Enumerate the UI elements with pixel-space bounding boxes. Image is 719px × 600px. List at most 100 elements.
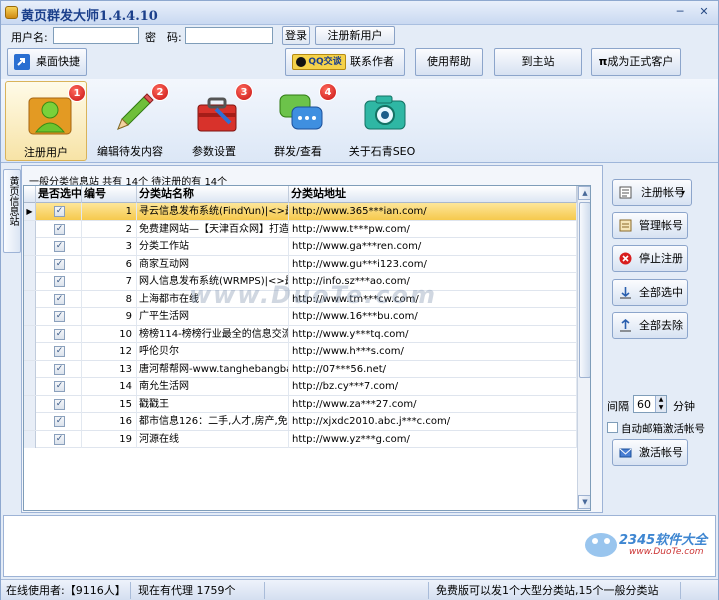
scroll-up-icon[interactable]: ▲ [578,186,590,200]
row-checkbox[interactable]: ✓ [54,293,65,305]
side-tab-yellowpages[interactable]: 黄页信息站 [3,169,21,253]
table-row[interactable]: ✓ 14 南允生活网 http://bz.cy***7.com/ [24,378,577,396]
row-site-url: http://xjxdc2010.abc.j***c.com/ [289,413,577,430]
close-button[interactable]: ✕ [695,4,713,20]
toolbar: 桌面快捷 QQ交谈 联系作者 使用帮助 到主站 π成为正式客户 [1,47,718,79]
nav-label: 关于石青SEO [348,145,416,158]
row-site-url: http://bz.cy***7.com/ [289,378,577,395]
password-input[interactable] [185,27,273,44]
table-row[interactable]: ✓ 13 唐河帮帮网-www.tanghebangbang http://07***5… [24,360,577,378]
row-checkbox[interactable]: ✓ [54,433,65,445]
row-checkbox[interactable]: ✓ [54,328,65,340]
register-new-user-button[interactable]: 注册新用户 [315,26,395,45]
nav-settings[interactable]: 3 参数设置 [173,81,255,161]
row-select-cell: ✓ [36,325,82,343]
row-indicator [24,378,36,395]
column-header-selected[interactable]: 是否选中 [36,186,82,203]
manage-account-button[interactable]: 管理帐号 [612,212,688,239]
select-all-label: 全部选中 [639,286,683,299]
row-site-name: 河源在线 [137,430,289,448]
interval-value[interactable]: 60 [637,398,651,411]
row-checkbox[interactable]: ✓ [54,258,65,270]
select-all-button[interactable]: 全部选中 [612,279,688,306]
stop-register-label: 停止注册 [639,252,683,265]
nav-label: 注册用户 [24,146,68,159]
row-site-url: http://www.za***27.com/ [289,395,577,413]
scroll-down-icon[interactable]: ▼ [578,495,590,509]
table-row[interactable]: ✓ 19 河源在线 http://www.yz***g.com/ [24,430,577,448]
row-checkbox[interactable]: ✓ [54,346,65,357]
stepper-up-icon[interactable]: ▲ [655,396,666,404]
minimize-button[interactable]: ─ [671,4,689,20]
table-row[interactable]: ✓ 12 呼伦贝尔 http://www.h***s.com/ [24,343,577,361]
nav-label: 编辑待发内容 [97,145,163,158]
column-header-site-name[interactable]: 分类站名称 [137,186,289,203]
status-version-note: 免费版可以发1个大型分类站,15个一般分类站 [433,582,681,599]
desktop-shortcut-button[interactable]: 桌面快捷 [7,48,87,76]
nav-send-view[interactable]: 4 群发/查看 [257,81,339,161]
column-header-number[interactable]: 编号 [82,186,137,203]
row-checkbox[interactable]: ✓ [54,276,65,287]
table-row[interactable]: ✓ 10 榜榜114-榜榜行业最全的信息交流 http://www.y***tq.co… [24,325,577,343]
stepper-down-icon[interactable]: ▼ [655,404,666,412]
table-row[interactable]: ✓ 3 分类工作站 http://www.ga***ren.com/ [24,238,577,256]
interval-stepper[interactable]: 60 ▲ ▼ [633,395,667,413]
status-proxy-count: 现在有代理 1759个 [135,582,265,599]
vertical-scrollbar[interactable]: ▲ ▼ [577,186,590,510]
auto-activate-checkbox[interactable] [607,422,618,433]
table-row[interactable]: ✓ 16 都市信息126：二手,人才,房产,免费 http://xjxdc2010.a… [24,413,577,431]
become-customer-button[interactable]: π成为正式客户 [591,48,681,76]
row-site-url: http://www.yz***g.com/ [289,430,577,448]
row-site-name: 呼伦贝尔 [137,343,289,360]
row-checkbox[interactable]: ✓ [54,363,65,375]
main-site-button[interactable]: 到主站 [494,48,582,76]
nav-edit-content[interactable]: 2 编辑待发内容 [89,81,171,161]
row-number: 10 [82,325,137,343]
row-checkbox[interactable]: ✓ [54,398,65,410]
login-button[interactable]: 登录 [282,26,310,45]
deselect-all-button[interactable]: 全部去除 [612,312,688,339]
row-checkbox[interactable]: ✓ [54,206,65,217]
help-button[interactable]: 使用帮助 [415,48,483,76]
pencil-icon [117,93,154,130]
activate-account-button[interactable]: 激活帐号 [612,439,688,466]
row-site-url: http://www.gu***i123.com/ [289,255,577,273]
row-indicator [24,430,36,448]
contact-author-button[interactable]: QQ交谈 联系作者 [285,48,405,76]
row-indicator: ▶ [24,203,36,220]
row-site-name: 商家互动网 [137,255,289,273]
table-row[interactable]: ✓ 2 免费建网站—【天津百众网】打造 http://www.t***pw.com/ [24,220,577,238]
user-icon [28,97,72,135]
username-input[interactable] [53,27,139,44]
row-checkbox[interactable]: ✓ [54,381,65,392]
row-checkbox[interactable]: ✓ [54,311,65,322]
row-site-name: 唐河帮帮网-www.tanghebangbang [137,360,289,378]
register-account-button[interactable]: 注册帐号 ▾ [612,179,692,206]
auto-activate-checkbox-row[interactable]: 自动邮箱激活帐号 [607,420,715,436]
row-select-cell: ✓ [36,430,82,448]
camera-icon [364,95,406,130]
row-indicator [24,360,36,378]
row-site-name: 免费建网站—【天津百众网】打造 [137,220,289,238]
nav-bar: 1 注册用户 2 编辑待发内容 3 参数设置 4 群发/查看 关于石青SEO [1,79,718,163]
nav-label: 参数设置 [192,145,236,158]
row-number: 15 [82,395,137,413]
table-row[interactable]: ▶ ✓ 1 寻云信息发布系统(FindYun)|<>最专 http://www.365*… [24,203,577,221]
nav-register-user[interactable]: 1 注册用户 [5,81,87,161]
row-indicator [24,343,36,360]
nav-about[interactable]: 关于石青SEO [341,81,423,161]
table-row[interactable]: ✓ 6 商家互动网 http://www.gu***i123.com/ [24,255,577,273]
row-checkbox[interactable]: ✓ [54,416,65,427]
table-row[interactable]: ✓ 15 戳戳王 http://www.za***27.com/ [24,395,577,413]
logo-url: www.DuoTe.com [629,547,704,557]
column-header-site-url[interactable]: 分类站地址 [289,186,577,203]
manage-account-label: 管理帐号 [639,219,683,232]
stop-register-button[interactable]: 停止注册 [612,245,688,272]
row-indicator [24,413,36,430]
toolbox-icon [197,97,237,132]
row-checkbox[interactable]: ✓ [54,223,65,235]
table-row[interactable]: ✓ 9 广平生活网 http://www.16***bu.com/ [24,308,577,326]
row-checkbox[interactable]: ✓ [54,241,65,252]
scroll-thumb[interactable] [579,202,590,378]
header-indicator [24,186,36,203]
